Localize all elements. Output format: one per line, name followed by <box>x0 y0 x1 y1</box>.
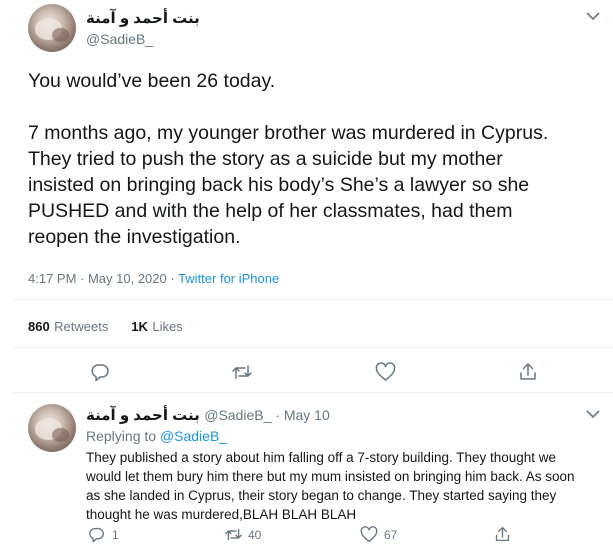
tweet-line: PUSHED and with the help of her classmat… <box>28 200 513 222</box>
retweet-icon[interactable] <box>231 362 253 382</box>
reply-count: 1 <box>112 528 119 542</box>
divider <box>14 392 613 393</box>
chevron-down-icon[interactable] <box>586 12 600 21</box>
retweets-label[interactable]: Retweets <box>54 319 108 334</box>
retweet-icon[interactable] <box>224 526 243 543</box>
reply-icon[interactable] <box>90 362 110 382</box>
replying-prefix: Replying to <box>86 428 160 444</box>
main-tweet-text: You would’ve been 26 today. 7 months ago… <box>28 68 613 250</box>
retweet-count: 40 <box>248 528 262 542</box>
like-icon[interactable] <box>360 526 378 543</box>
reply-handle-date[interactable]: @SadieB_ · May 10 <box>204 407 330 423</box>
reply-avatar[interactable] <box>28 404 76 452</box>
tweet-source-link[interactable]: Twitter for iPhone <box>178 271 279 286</box>
divider <box>14 347 613 348</box>
likes-label[interactable]: Likes <box>152 319 182 334</box>
main-author-name[interactable]: بنت أحمد و آمنة <box>86 9 216 27</box>
tweet-line: 7 months ago, my younger brother was mur… <box>28 122 549 144</box>
like-count: 67 <box>384 528 398 542</box>
likes-count[interactable]: 1K <box>131 319 148 334</box>
reply-line: as she landed in Cyprus, their story beg… <box>86 488 557 503</box>
reply-icon[interactable] <box>88 526 105 543</box>
tweet-line: insisted on bringing back his body’s She… <box>28 174 530 196</box>
reply-line: They published a story about him falling… <box>86 450 557 465</box>
tweet-meta: 4:17 PM · May 10, 2020 · Twitter for iPh… <box>28 271 279 286</box>
divider <box>14 299 613 300</box>
chevron-down-icon[interactable] <box>586 410 600 419</box>
tweet-timestamp[interactable]: 4:17 PM · May 10, 2020 · <box>28 271 178 286</box>
tweet-stats: 860 Retweets 1K Likes <box>28 318 183 336</box>
retweets-count[interactable]: 860 <box>28 319 50 334</box>
share-icon[interactable] <box>518 361 538 382</box>
main-avatar[interactable] <box>28 4 76 52</box>
like-icon[interactable] <box>375 362 396 382</box>
share-icon[interactable] <box>494 525 511 543</box>
replying-to-link[interactable]: @SadieB_ <box>160 428 227 444</box>
replying-to: Replying to @SadieB_ <box>86 428 227 444</box>
reply-header: بنت أحمد و آمنة @SadieB_ · May 10 <box>86 406 330 425</box>
tweet-line: reopen the investigation. <box>28 226 241 248</box>
reply-author-name[interactable]: بنت أحمد و آمنة <box>86 407 200 424</box>
tweet-line: They tried to push the story as a suicid… <box>28 148 503 170</box>
reply-line: thought he was murdered,BLAH BLAH BLAH <box>86 507 357 522</box>
tweet-paragraph: You would’ve been 26 today. <box>28 70 276 92</box>
main-author-handle[interactable]: @SadieB_ <box>86 31 153 47</box>
reply-tweet-text: They published a story about him falling… <box>86 448 611 524</box>
reply-line: would let them bury him there but my mum… <box>86 469 575 484</box>
